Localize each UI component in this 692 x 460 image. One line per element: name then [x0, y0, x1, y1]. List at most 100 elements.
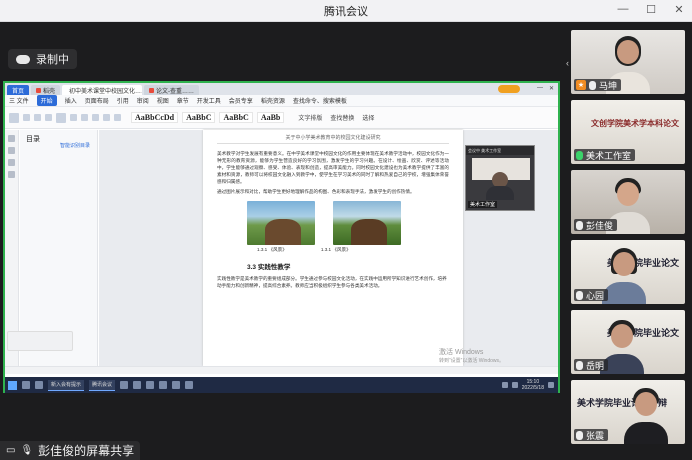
mic-icon: 🎙	[20, 445, 34, 456]
explorer-icon[interactable]	[120, 381, 129, 389]
word-tab-bar: 首页 稻壳 初中美术课堂中校园文化…… 论文-查重…… ― ✕	[5, 83, 558, 95]
volume-icon[interactable]	[511, 382, 518, 388]
ribbon-tools: 文字排版 查找替换 选择	[298, 113, 374, 122]
document-page[interactable]: 关于中小学美术教育中的校园文化建设研究 美术教学对学生发展有重要意义。在中学美术…	[203, 130, 463, 366]
tool-typeset[interactable]: 文字排版	[298, 113, 322, 122]
figure-caption: 1.3.1 《风景》	[320, 247, 351, 252]
participant-tile[interactable]: 美术学院毕业论文答辩 张震	[571, 380, 685, 444]
task-view-icon[interactable]	[35, 381, 43, 389]
style-heading1[interactable]: AaBbC	[182, 112, 216, 123]
italic-icon[interactable]	[81, 114, 88, 121]
style-normal[interactable]: AaBbCcDd	[131, 112, 179, 123]
section-heading: 3.3 实践性教学	[247, 264, 291, 271]
meeting-icon[interactable]	[185, 381, 194, 389]
taskbar-app[interactable]: 腾讯会议	[89, 379, 116, 391]
screen-icon: ▭	[6, 445, 16, 456]
participant-tile[interactable]: 文创学院美术学本科论文 美术工作室	[571, 100, 685, 164]
align-icon[interactable]	[114, 114, 121, 121]
clock[interactable]: 15:10 2022/5/18	[522, 379, 544, 391]
copy-icon[interactable]	[34, 114, 41, 121]
minimize-icon[interactable]: ―	[616, 3, 630, 16]
tab-home[interactable]: 首页	[7, 85, 30, 95]
menu-docer[interactable]: 稻壳资源	[261, 96, 285, 105]
presenter-label: 彭佳俊的屏幕共享	[38, 444, 135, 458]
tool-find-replace[interactable]: 查找替换	[330, 113, 354, 122]
participant-name: 马坤	[599, 80, 618, 91]
menu-references[interactable]: 引用	[117, 96, 129, 105]
underline-icon[interactable]	[92, 114, 99, 121]
tool-select[interactable]: 选择	[362, 113, 374, 122]
wechat-icon[interactable]	[172, 381, 181, 389]
windows-start-icon[interactable]	[8, 380, 17, 390]
font-color-icon[interactable]	[103, 114, 110, 121]
paste-icon[interactable]	[9, 112, 19, 123]
participant-name: 彭佳俊	[586, 220, 614, 231]
network-icon[interactable]	[501, 382, 508, 388]
word-close-icon[interactable]: ✕	[549, 85, 554, 92]
activate-line2: 转到“设置”以激活 Windows。	[439, 358, 505, 364]
tab-home-label: 首页	[12, 88, 25, 95]
menu-member[interactable]: 会员专享	[229, 96, 253, 105]
toc-icon[interactable]	[8, 135, 15, 142]
tab-check[interactable]: 论文-查重……	[144, 85, 200, 95]
user-avatar[interactable]	[498, 85, 520, 93]
menu-file[interactable]: 三 文件	[9, 96, 29, 105]
cut-icon[interactable]	[23, 114, 30, 121]
wps-icon[interactable]	[146, 381, 155, 389]
participant-name-tag: 岳明	[574, 359, 609, 371]
participant-tile[interactable]: ★ 马坤	[571, 30, 685, 94]
host-icon: ★	[576, 80, 586, 90]
participant-name-tag: 美术工作室	[574, 149, 636, 161]
windows-taskbar: 新入会有提示 腾讯会议 15:10 2022/5/18	[5, 377, 558, 393]
style-heading3[interactable]: AaBb	[256, 112, 285, 123]
toc-smart-detect[interactable]: 智能识别目录	[60, 142, 90, 149]
inset-name: 美术工作室	[468, 201, 498, 208]
style-heading2[interactable]: AaBbC	[219, 112, 253, 123]
word-ribbon: AaBbCcDd AaBbC AaBbC AaBb 文字排版 查找替换 选择	[5, 107, 558, 129]
app-title-bar: 腾讯会议 ― ☐ ✕	[0, 0, 692, 22]
style-gallery: AaBbCcDd AaBbC AaBbC AaBb	[131, 112, 285, 123]
menu-search[interactable]: 查找命令、搜索模板	[293, 96, 347, 105]
maximize-icon[interactable]: ☐	[644, 3, 658, 16]
bookmark-icon[interactable]	[8, 159, 15, 166]
menu-view[interactable]: 视图	[157, 96, 169, 105]
notification-icon[interactable]	[548, 382, 554, 388]
menu-start[interactable]: 开始	[36, 95, 57, 106]
tab-docer-label: 稻壳	[43, 88, 56, 95]
recording-badge[interactable]: 录制中	[8, 49, 77, 69]
menu-layout[interactable]: 页面布局	[85, 96, 109, 105]
menu-developer[interactable]: 开发工具	[197, 96, 221, 105]
taskbar-app[interactable]: 新入会有提示	[48, 379, 85, 391]
browser-icon[interactable]	[133, 381, 142, 389]
chrome-icon[interactable]	[159, 381, 168, 389]
font-select[interactable]	[56, 112, 66, 123]
format-painter-icon[interactable]	[45, 114, 52, 121]
participant-name-tag: 心园	[574, 289, 609, 301]
inset-header: 会议中 美术工作室	[466, 146, 534, 155]
menu-insert[interactable]: 插入	[65, 96, 77, 105]
participant-name: 张震	[586, 430, 605, 441]
chapter-icon[interactable]	[8, 147, 15, 154]
mic-muted-icon	[576, 430, 583, 440]
mic-muted-icon	[576, 220, 583, 230]
share-control-panel[interactable]	[7, 331, 73, 351]
participant-face	[611, 324, 633, 348]
participant-tile[interactable]: 美术学院毕业论文 心园	[571, 240, 685, 304]
participant-face	[635, 392, 657, 416]
bold-icon[interactable]	[70, 114, 77, 121]
participant-tile[interactable]: 美术学院毕业论文 岳明	[571, 310, 685, 374]
participant-tile[interactable]: 彭佳俊	[571, 170, 685, 234]
paragraph: 美术教学对学生发展有重要意义。在中学美术课堂中校园文化的作用主要体现在美术教学活…	[217, 151, 449, 184]
tab-document[interactable]: 初中美术课堂中校园文化……	[62, 85, 143, 95]
tab-docer[interactable]: 稻壳	[31, 85, 61, 95]
presenter-video-inset[interactable]: 会议中 美术工作室 美术工作室	[465, 145, 535, 211]
activate-windows-watermark: 激活 Windows 转到“设置”以激活 Windows。	[439, 349, 504, 365]
find-icon[interactable]	[8, 171, 15, 178]
menu-review[interactable]: 审阅	[137, 96, 149, 105]
word-minimize-icon[interactable]: ―	[537, 85, 543, 92]
screen-share-caption: ▭ 🎙 彭佳俊的屏幕共享	[0, 441, 141, 460]
menu-section[interactable]: 章节	[177, 96, 189, 105]
close-icon[interactable]: ✕	[672, 3, 686, 16]
shared-screen: 首页 稻壳 初中美术课堂中校园文化…… 论文-查重…… ― ✕ 三 文件 开始 插…	[3, 81, 560, 393]
search-icon[interactable]	[22, 381, 30, 389]
